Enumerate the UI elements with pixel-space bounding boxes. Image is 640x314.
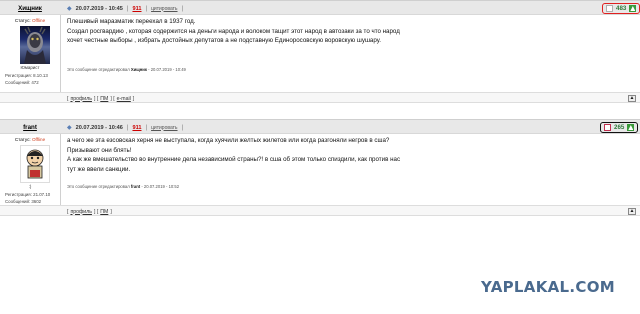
column-divider: [60, 15, 61, 94]
author-name[interactable]: Хищник: [18, 5, 42, 12]
profile-link[interactable]: профиль: [70, 96, 91, 102]
profile-link[interactable]: профиль: [70, 209, 91, 215]
vote-up-icon[interactable]: [627, 124, 635, 131]
author-name[interactable]: frant: [23, 124, 37, 131]
reg-date: 8.10.13: [33, 73, 48, 78]
pm-link[interactable]: ПМ: [100, 96, 108, 102]
quote-link[interactable]: цитировать: [151, 125, 177, 131]
bracket-close: |: [181, 5, 184, 12]
status-line: Статус: Offline: [0, 18, 60, 23]
post-date: 20.07.2019 - 10:45: [75, 5, 123, 12]
quote-link[interactable]: цитировать: [151, 6, 177, 12]
edit-author: frant: [130, 184, 141, 189]
author-cell: frant: [0, 120, 60, 135]
edit-prefix: Это сообщение отредактировал: [67, 67, 130, 72]
post-body: Плешивый маразматик переехал в 1937 год.…: [67, 17, 400, 46]
post-score: 265: [614, 124, 625, 131]
reg-row: Регистрация: 21.07.10: [5, 191, 50, 198]
edit-time: - 20.07.2019 - 10:52: [141, 184, 180, 189]
msgs-label: Сообщений:: [5, 199, 31, 204]
diamond-post-icon: ◆: [67, 6, 72, 12]
rating-box: 265: [600, 122, 639, 133]
user-rank: :): [28, 184, 32, 189]
post-number-link[interactable]: 911: [132, 6, 141, 12]
msgs-label: Сообщений:: [5, 80, 31, 85]
author-cell: Хищник: [0, 1, 60, 16]
msgs-count: 472: [31, 80, 39, 85]
user-stats: Регистрация: 8.10.13 Сообщений: 472: [5, 72, 48, 86]
bracket-sep: |: [145, 5, 148, 12]
edit-note: Это сообщение отредактировал Хищник - 20…: [67, 67, 186, 72]
status-value: Offline: [31, 18, 46, 23]
email-link[interactable]: e-mail: [117, 96, 131, 102]
reg-label: Регистрация:: [5, 192, 32, 197]
edit-time: - 20.07.2019 - 10:49: [148, 67, 186, 72]
post-footer: [профиль] [ПМ] [e-mail] ▲: [0, 92, 640, 103]
vote-down-icon[interactable]: [606, 5, 613, 12]
edit-prefix: Это сообщение отредактировал: [67, 184, 130, 189]
post-date: 20.07.2019 - 10:46: [75, 124, 123, 131]
post-score: 483: [616, 5, 627, 12]
vote-down-icon[interactable]: [604, 124, 611, 131]
user-stats: Регистрация: 21.07.10 Сообщений: 3602: [5, 191, 50, 205]
msgs-row: Сообщений: 472: [5, 79, 48, 86]
post-header: Хищник ◆ 20.07.2019 - 10:45 | 911 | цити…: [0, 0, 640, 15]
cartoon-avatar-image: [26, 149, 44, 179]
msgs-row: Сообщений: 3602: [5, 198, 50, 205]
pm-link[interactable]: ПМ: [100, 209, 108, 215]
diamond-post-icon: ◆: [67, 125, 72, 131]
rating-box: 483: [602, 3, 640, 14]
body-line: Призывают они блять!: [67, 146, 132, 154]
avatar[interactable]: [20, 145, 50, 183]
site-watermark: YAPLAKAL.COM: [481, 278, 615, 296]
column-divider: [60, 134, 61, 206]
bracket-sep: |: [145, 124, 148, 131]
scroll-top-icon[interactable]: ▲: [628, 95, 636, 102]
bracket-open: |: [126, 5, 129, 12]
status-label: Статус:: [14, 18, 31, 23]
reg-row: Регистрация: 8.10.13: [5, 72, 48, 79]
body-line: А как же вмешательство во внутренние дел…: [67, 156, 401, 164]
post-meta: ◆ 20.07.2019 - 10:45 | 911 | цитировать …: [67, 1, 183, 16]
reg-date: 21.07.10: [33, 192, 51, 197]
body-line: Плешивый маразматик переехал в 1937 год.: [67, 18, 196, 25]
post-number-link[interactable]: 911: [132, 125, 141, 131]
msgs-count: 3602: [31, 199, 42, 204]
edit-note: Это сообщение отредактировал frant - 20.…: [67, 184, 179, 189]
user-rank: Юмарист: [20, 65, 40, 70]
reg-label: Регистрация:: [5, 73, 32, 78]
body-line: тут же ввели санкции.: [67, 165, 131, 173]
predator-avatar-image: [24, 26, 46, 64]
edit-author: Хищник: [130, 67, 147, 72]
body-line: а чего же эта езсовская херня не выступа…: [67, 137, 390, 144]
status-label: Статус:: [14, 137, 31, 142]
post-header: frant ◆ 20.07.2019 - 10:46 | 911 | цитир…: [0, 119, 640, 134]
post-meta: ◆ 20.07.2019 - 10:46 | 911 | цитировать …: [67, 120, 183, 135]
post-footer: [профиль] [ПМ] ▲: [0, 205, 640, 216]
post-body: а чего же эта езсовская херня не выступа…: [67, 136, 400, 174]
avatar[interactable]: [20, 26, 50, 64]
body-line: хочет честные выборы , избрать достойных…: [67, 37, 381, 45]
bracket-close: |: [181, 124, 184, 131]
status-value: Offline: [31, 137, 46, 142]
bracket-open: |: [126, 124, 129, 131]
post-1: Хищник ◆ 20.07.2019 - 10:45 | 911 | цити…: [0, 0, 640, 106]
status-line: Статус: Offline: [0, 137, 60, 142]
footer-links: [профиль] [ПМ]: [67, 208, 112, 215]
footer-links: [профиль] [ПМ] [e-mail]: [67, 95, 135, 102]
vote-up-icon[interactable]: [629, 5, 637, 12]
post-2: frant ◆ 20.07.2019 - 10:46 | 911 | цитир…: [0, 119, 640, 221]
body-line: Создал росгвардию , которая содержится н…: [67, 27, 400, 35]
scroll-top-icon[interactable]: ▲: [628, 208, 636, 215]
